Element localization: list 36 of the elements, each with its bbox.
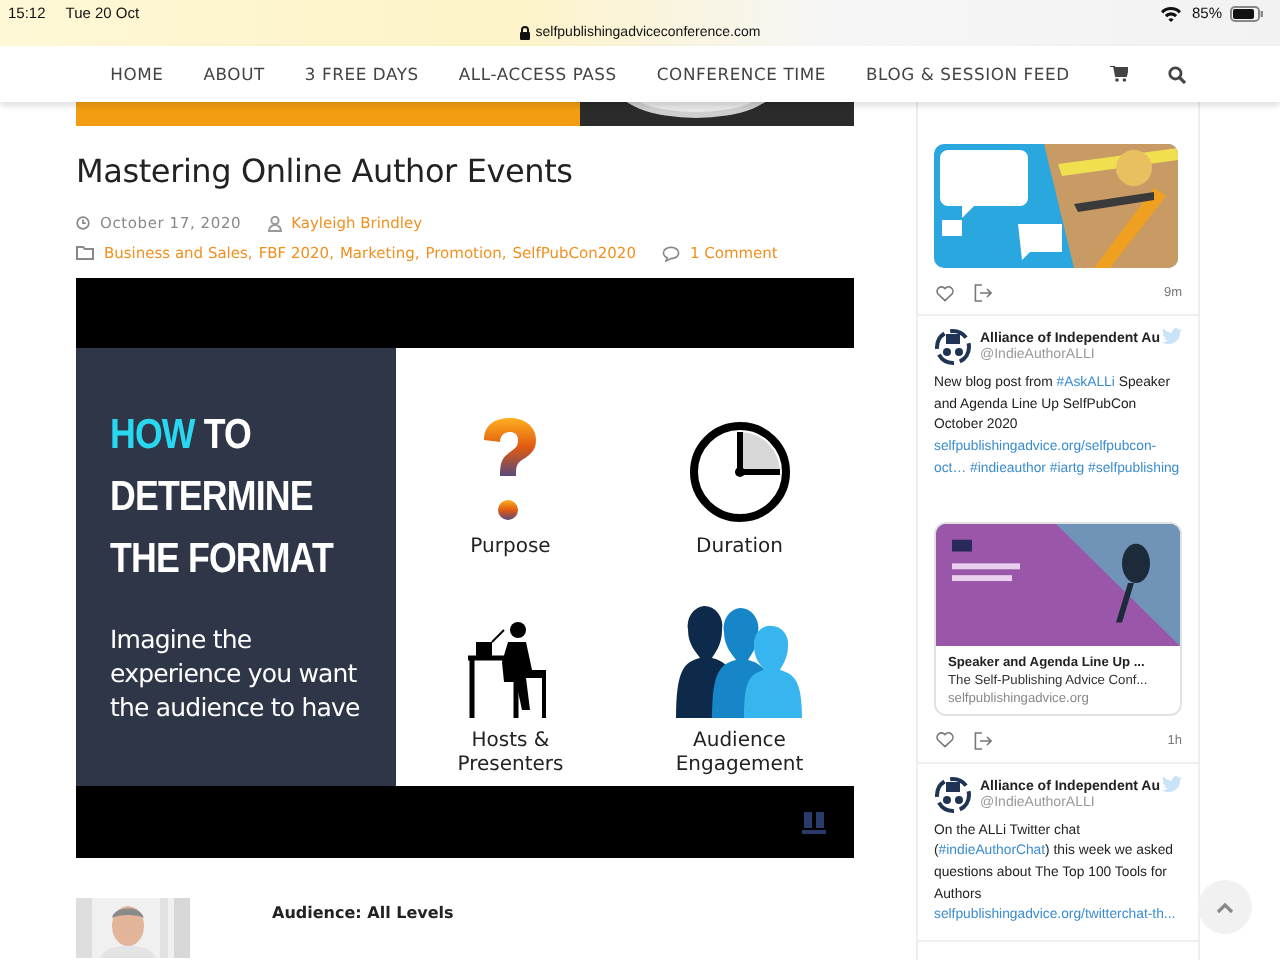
factor-label: Audience Engagement <box>673 730 806 778</box>
lock-icon <box>519 26 530 40</box>
slide-tagline: Imagine the experience you want the audience to have <box>110 622 362 724</box>
nav-link[interactable]: BLOG & SESSION FEED <box>866 64 1070 84</box>
caret-icon <box>1216 901 1234 913</box>
nav-link[interactable]: 3 FREE DAYS <box>304 64 419 84</box>
folder-icon <box>76 246 94 260</box>
audience-level: Audience: All Levels <box>272 904 454 926</box>
nav-link[interactable]: ALL-ACCESS PASS <box>458 64 617 84</box>
wifi-icon <box>1159 5 1182 21</box>
logo-icon <box>802 808 826 836</box>
avatar-icon <box>934 328 972 366</box>
share-icon[interactable] <box>974 284 992 302</box>
user-icon <box>267 215 282 231</box>
nav-link[interactable]: HOME <box>110 64 164 84</box>
factor-label: Purpose <box>468 535 553 559</box>
audience-icon <box>675 602 804 718</box>
share-icon[interactable] <box>974 731 992 750</box>
bird-icon <box>1162 328 1182 344</box>
battery-icon <box>1230 5 1264 21</box>
heart-icon[interactable] <box>936 732 954 749</box>
nav-link[interactable]: ABOUT <box>203 64 265 84</box>
clock-icon <box>76 216 90 230</box>
slide-heading: HOW TO DETERMINE THE FORMAT <box>110 410 336 586</box>
bird-icon <box>1162 775 1182 792</box>
factor-label: Duration <box>694 535 785 559</box>
heart-icon[interactable] <box>936 285 954 301</box>
clock-icon <box>687 419 792 523</box>
avatar-icon <box>934 775 972 814</box>
post-title: Mastering Online Author Events <box>76 152 575 190</box>
cart-icon[interactable] <box>1109 66 1128 82</box>
search-icon[interactable] <box>1167 65 1186 83</box>
nav-link[interactable]: CONFERENCE TIME <box>656 64 827 84</box>
comment-icon <box>661 245 680 261</box>
back-to-top-button[interactable] <box>1198 880 1252 934</box>
factor-label: Hosts & Presenters <box>455 730 566 778</box>
